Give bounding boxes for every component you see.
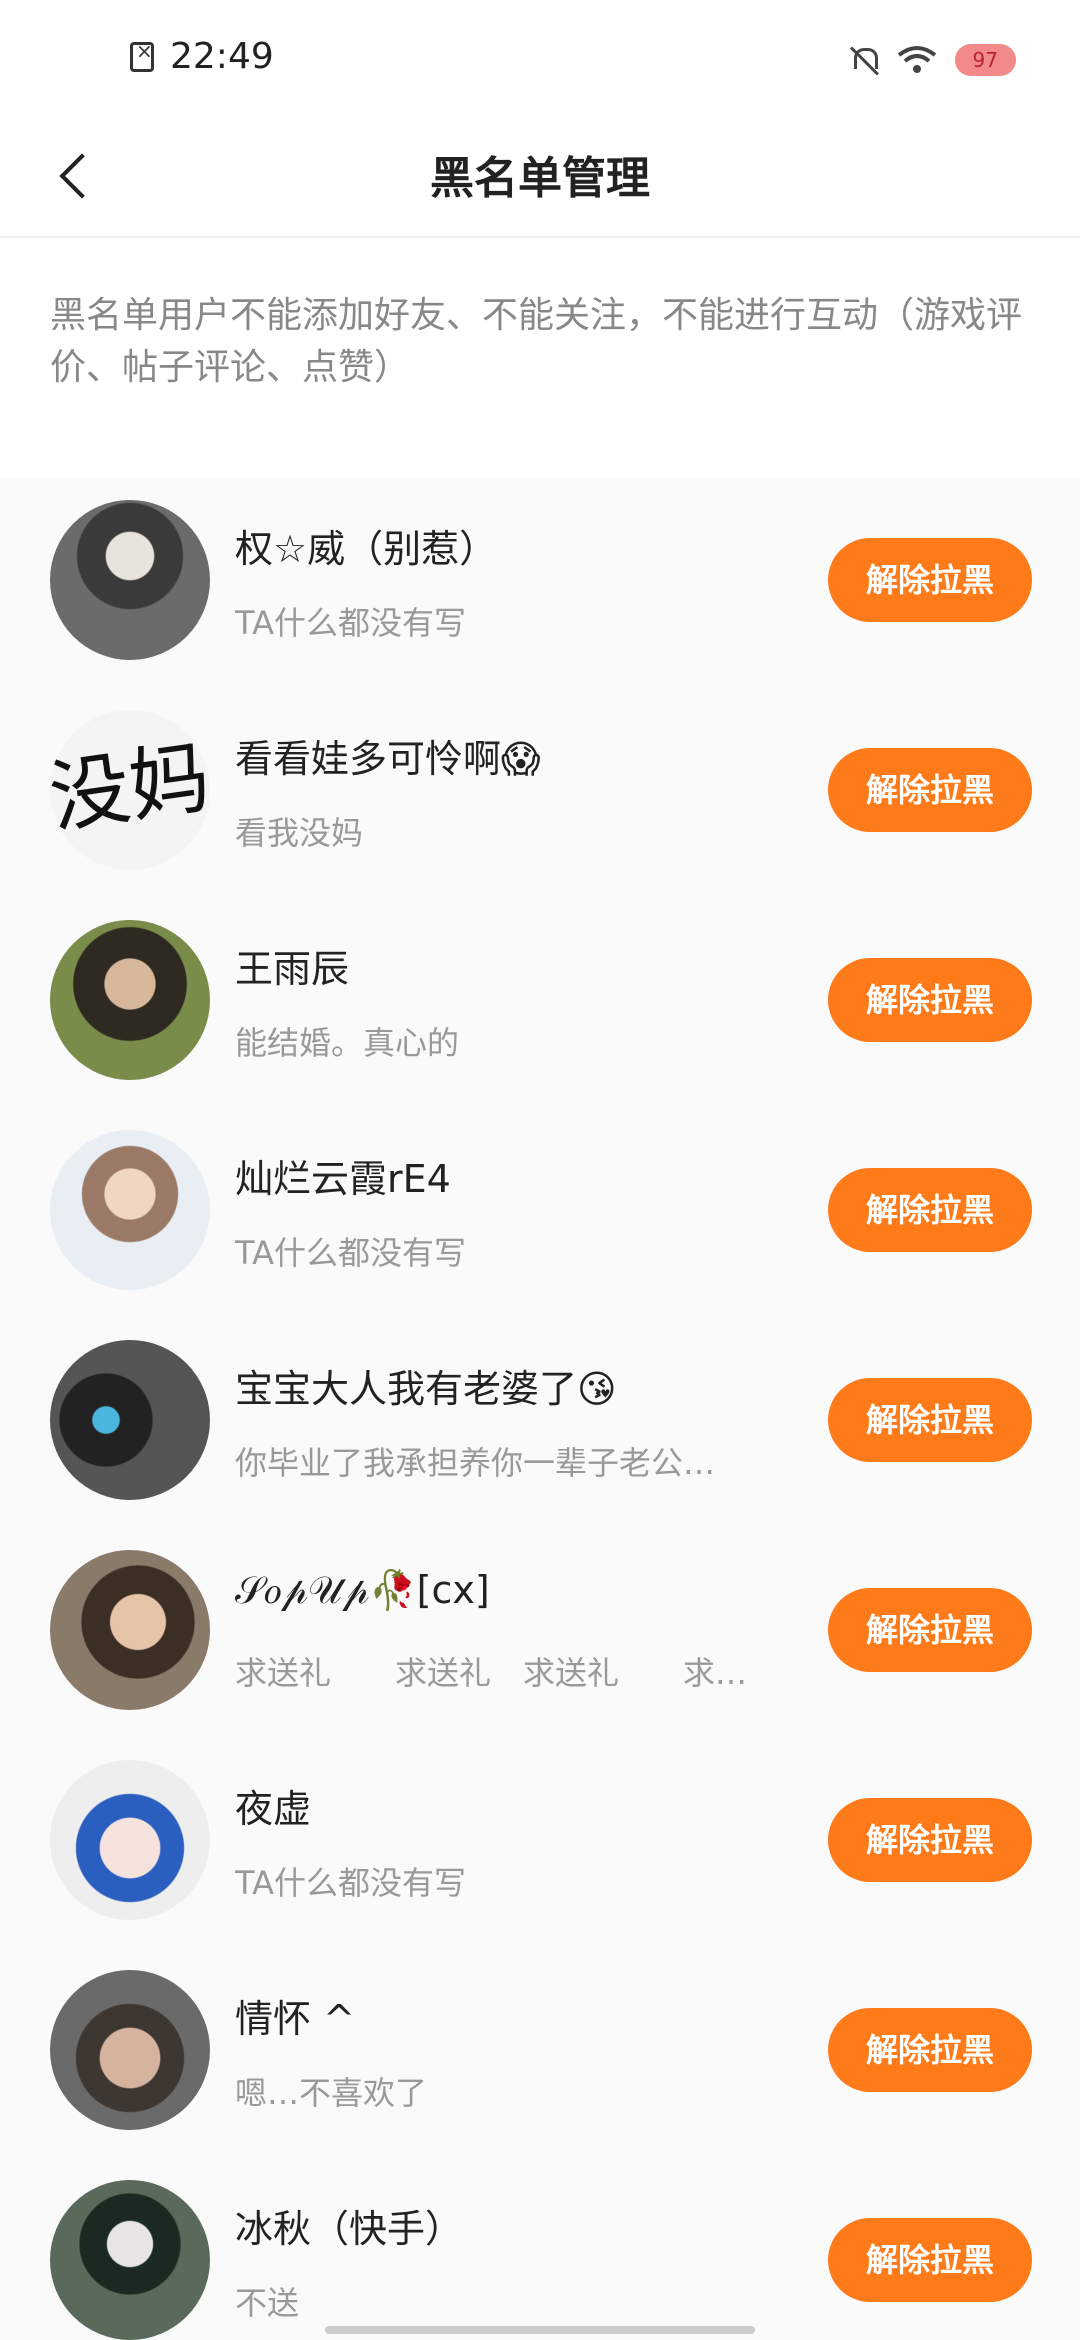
status-time: 22:49 xyxy=(170,36,274,77)
user-name[interactable]: 冰秋（快手） xyxy=(235,2198,463,2253)
user-bio: TA什么都没有写 xyxy=(235,604,466,642)
unblock-button[interactable]: 解除拉黑 xyxy=(828,1798,1032,1882)
status-icons: 97 xyxy=(849,40,1016,80)
avatar[interactable] xyxy=(50,1130,210,1290)
user-bio: 不送 xyxy=(235,2284,300,2322)
user-name[interactable]: 夜虚 xyxy=(235,1778,311,1833)
avatar[interactable]: 没妈 xyxy=(50,710,210,870)
list-item: 𝒮𝑜𝓅𝒰𝓅🥀[cx] 求送礼 求送礼 求送礼 求… 解除拉黑 xyxy=(0,1528,1080,1738)
avatar[interactable] xyxy=(50,2180,210,2340)
text-avatar-image: 没妈 xyxy=(50,730,210,844)
no-sim-icon xyxy=(130,39,154,72)
avatar[interactable] xyxy=(50,1340,210,1500)
list-item: 权☆威（别惹） TA什么都没有写 解除拉黑 xyxy=(0,478,1080,688)
user-name[interactable]: 𝒮𝑜𝓅𝒰𝓅🥀[cx] xyxy=(235,1568,490,1613)
avatar[interactable] xyxy=(50,1760,210,1920)
wifi-icon xyxy=(897,46,936,73)
avatar[interactable] xyxy=(50,1970,210,2130)
list-item: 冰秋（快手） 不送 解除拉黑 xyxy=(0,2158,1080,2340)
user-name[interactable]: 宝宝大人我有老婆了😘 xyxy=(235,1358,617,1413)
user-bio: 看我没妈 xyxy=(235,814,364,852)
user-name[interactable]: 权☆威（别惹） xyxy=(235,518,497,573)
home-indicator[interactable] xyxy=(325,2326,755,2334)
list-item: 夜虚 TA什么都没有写 解除拉黑 xyxy=(0,1738,1080,1948)
unblock-button[interactable]: 解除拉黑 xyxy=(828,1588,1032,1672)
blacklist: 权☆威（别惹） TA什么都没有写 解除拉黑 没妈 看看娃多可怜啊😱 看我没妈 解… xyxy=(0,478,1080,2340)
unblock-button[interactable]: 解除拉黑 xyxy=(828,538,1032,622)
screen: 22:49 97 黑名单管理 黑名单用户不能添加好友、不能关注，不能进行互动（游… xyxy=(0,0,1080,2340)
user-name[interactable]: 情怀 ^ xyxy=(235,1988,355,2043)
page-title: 黑名单管理 xyxy=(430,153,650,204)
avatar[interactable] xyxy=(50,920,210,1080)
unblock-button[interactable]: 解除拉黑 xyxy=(828,958,1032,1042)
unblock-button[interactable]: 解除拉黑 xyxy=(828,748,1032,832)
user-bio: 求送礼 求送礼 求送礼 求… xyxy=(235,1654,748,1692)
user-name[interactable]: 灿烂云霞rE4 xyxy=(235,1148,451,1203)
user-bio: 能结婚。真心的 xyxy=(235,1024,460,1062)
status-bar: 22:49 97 xyxy=(0,0,1080,120)
battery-indicator: 97 xyxy=(954,44,1016,76)
user-name[interactable]: 看看娃多可怜啊😱 xyxy=(235,728,541,783)
avatar[interactable] xyxy=(50,500,210,660)
bell-off-icon xyxy=(849,44,879,76)
unblock-button[interactable]: 解除拉黑 xyxy=(828,1168,1032,1252)
list-item: 灿烂云霞rE4 TA什么都没有写 解除拉黑 xyxy=(0,1108,1080,1318)
avatar[interactable] xyxy=(50,1550,210,1710)
svg-text:没妈: 没妈 xyxy=(50,730,210,844)
unblock-button[interactable]: 解除拉黑 xyxy=(828,1378,1032,1462)
user-bio: 嗯…不喜欢了 xyxy=(235,2074,428,2112)
list-item: 王雨辰 能结婚。真心的 解除拉黑 xyxy=(0,898,1080,1108)
user-bio: 你毕业了我承担养你一辈子老公… xyxy=(235,1444,716,1482)
list-item: 宝宝大人我有老婆了😘 你毕业了我承担养你一辈子老公… 解除拉黑 xyxy=(0,1318,1080,1528)
blacklist-description: 黑名单用户不能添加好友、不能关注，不能进行互动（游戏评价、帖子评论、点赞） xyxy=(50,295,1023,388)
header: 黑名单管理 xyxy=(0,120,1080,238)
unblock-button[interactable]: 解除拉黑 xyxy=(828,2008,1032,2092)
list-item: 情怀 ^ 嗯…不喜欢了 解除拉黑 xyxy=(0,1948,1080,2158)
unblock-button[interactable]: 解除拉黑 xyxy=(828,2218,1032,2302)
user-bio: TA什么都没有写 xyxy=(235,1234,466,1272)
list-item: 没妈 看看娃多可怜啊😱 看我没妈 解除拉黑 xyxy=(0,688,1080,898)
user-bio: TA什么都没有写 xyxy=(235,1864,466,1902)
user-name[interactable]: 王雨辰 xyxy=(235,938,349,993)
